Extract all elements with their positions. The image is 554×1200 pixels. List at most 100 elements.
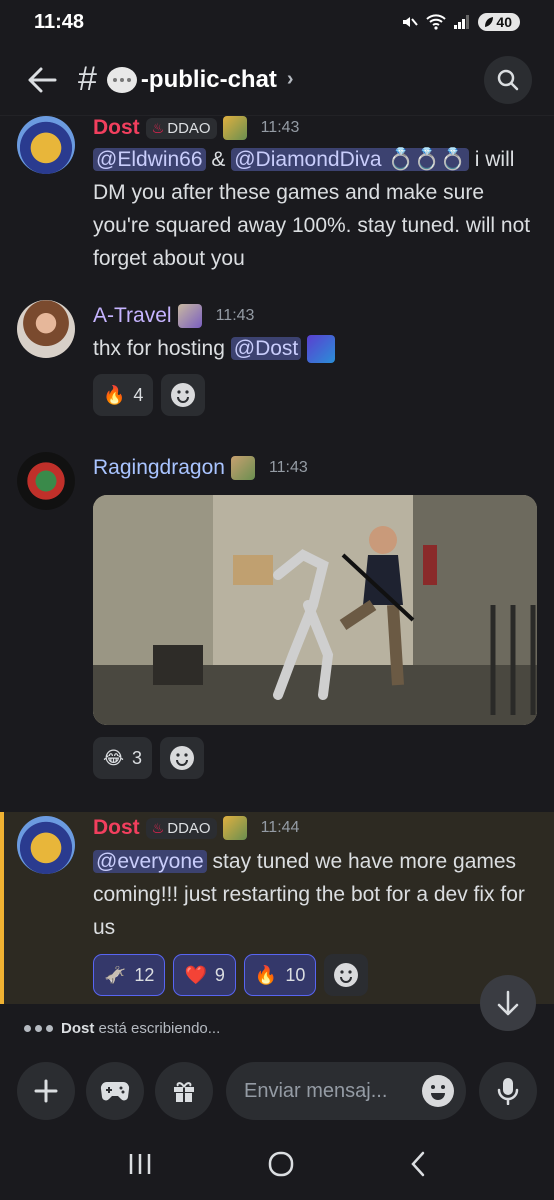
tag-label: DDAO xyxy=(167,119,211,137)
message-composer xyxy=(0,1052,554,1132)
reaction-bar: 😂 3 xyxy=(93,737,205,779)
channel-name: -public-chat xyxy=(140,65,277,93)
reaction-fire[interactable]: 🔥 4 xyxy=(93,374,154,416)
battery-level: 40 xyxy=(496,14,512,30)
heart-emoji: ❤️ xyxy=(184,964,207,985)
text-segment: thx for hosting xyxy=(93,337,231,360)
message-text: @Eldwin66 & @DiamondDiva 💍💍💍 i will DM y… xyxy=(93,143,533,275)
status-bar: 11:48 40 xyxy=(0,0,554,44)
reaction-heart[interactable]: ❤️ 9 xyxy=(173,954,236,996)
avatar[interactable] xyxy=(17,300,75,358)
voice-message-button[interactable] xyxy=(479,1062,537,1120)
chevron-right-icon: › xyxy=(286,68,294,90)
role-badge-icon xyxy=(222,816,247,840)
message-header: Dost ♨ DDAO 11:44 xyxy=(93,816,299,840)
reaction-count: 12 xyxy=(134,964,155,985)
channel-title[interactable]: -public-chat › xyxy=(106,65,294,94)
typing-dots-icon xyxy=(24,1025,53,1032)
mention[interactable]: @everyone xyxy=(93,850,207,873)
timestamp: 11:43 xyxy=(260,119,300,136)
home-icon xyxy=(268,1151,294,1176)
system-back-button[interactable] xyxy=(409,1150,427,1183)
search-icon xyxy=(497,69,519,90)
arrow-down-icon xyxy=(497,990,519,1016)
avatar[interactable] xyxy=(17,116,75,174)
add-attachment-button[interactable] xyxy=(17,1062,75,1120)
activities-button[interactable] xyxy=(86,1062,144,1120)
mute-icon xyxy=(403,17,419,27)
reaction-count: 3 xyxy=(132,747,143,768)
message-a-travel[interactable]: A-Travel 11:43 thx for hosting @Dost 🔥 4 xyxy=(0,300,554,420)
mention-label: @DiamondDiva xyxy=(234,148,382,171)
back-button[interactable] xyxy=(22,60,62,100)
timestamp: 11:43 xyxy=(215,307,255,324)
role-badge-icon xyxy=(177,304,202,328)
timestamp: 11:44 xyxy=(260,819,300,836)
fire-emoji: 🔥 xyxy=(254,964,278,985)
search-button[interactable] xyxy=(484,55,532,104)
server-tag[interactable]: ♨ DDAO xyxy=(145,117,217,139)
avatar[interactable] xyxy=(17,816,75,874)
recents-icon xyxy=(129,1153,151,1174)
ring-emoji: 💍💍💍 xyxy=(387,148,466,171)
fire-emoji: 🔥 xyxy=(103,384,126,405)
mention[interactable]: @Eldwin66 xyxy=(93,148,206,171)
message-header: Dost ♨ DDAO 11:43 xyxy=(93,116,299,140)
scroll-to-bottom-button[interactable] xyxy=(480,975,536,1031)
mention[interactable]: @Dost xyxy=(230,337,302,360)
reaction-fire[interactable]: 🔥 10 xyxy=(243,954,317,996)
speech-bubble-icon xyxy=(106,66,137,93)
avatar[interactable] xyxy=(17,452,75,510)
role-badge-icon xyxy=(230,456,255,480)
author-name[interactable]: Ragingdragon xyxy=(93,456,225,480)
home-button[interactable] xyxy=(267,1150,295,1183)
gift-button[interactable] xyxy=(155,1062,213,1120)
message-input[interactable] xyxy=(244,1079,414,1103)
add-reaction-button[interactable] xyxy=(160,737,205,779)
plus-icon xyxy=(34,1079,58,1103)
timestamp: 11:43 xyxy=(268,459,308,476)
smiley-icon xyxy=(170,746,195,770)
message-text: thx for hosting @Dost xyxy=(93,332,533,365)
author-name[interactable]: Dost xyxy=(93,816,140,840)
smiley-icon xyxy=(334,963,359,987)
server-tag[interactable]: ♨ DDAO xyxy=(145,817,217,839)
reaction-count: 9 xyxy=(214,964,225,985)
channel-header: # -public-chat › xyxy=(0,44,554,116)
emoji-picker-button[interactable] xyxy=(422,1075,454,1107)
author-name[interactable]: A-Travel xyxy=(93,304,172,328)
message-header: Ragingdragon 11:43 xyxy=(93,456,308,480)
message-text: @everyone stay tuned we have more games … xyxy=(93,845,533,944)
add-reaction-button[interactable] xyxy=(161,374,206,416)
smiley-icon xyxy=(171,383,196,407)
system-nav-bar xyxy=(0,1132,554,1200)
reaction-bar: 🫏 12 ❤️ 9 🔥 10 xyxy=(93,954,369,996)
signal-icon xyxy=(454,15,470,29)
typing-text: está escribiendo... xyxy=(98,1020,221,1037)
message-dost-2[interactable]: Dost ♨ DDAO 11:44 @everyone stay tuned we… xyxy=(0,816,554,1000)
smiley-icon xyxy=(431,1085,445,1100)
add-reaction-button[interactable] xyxy=(324,954,369,996)
typing-indicator: Dost está escribiendo... xyxy=(24,1020,220,1037)
message-dost-1[interactable]: Dost ♨ DDAO 11:43 @Eldwin66 & @DiamondDiv… xyxy=(0,116,554,276)
tag-label: DDAO xyxy=(167,819,211,837)
flame-tag-icon: ♨ xyxy=(151,119,165,136)
typing-user: Dost xyxy=(61,1020,95,1037)
author-name[interactable]: Dost xyxy=(93,116,140,140)
role-badge-icon xyxy=(222,116,247,140)
flame-tag-icon: ♨ xyxy=(151,819,165,836)
gif-attachment[interactable] xyxy=(93,495,537,725)
back-chevron-icon xyxy=(411,1151,425,1176)
leaf-icon xyxy=(485,17,494,27)
wifi-icon xyxy=(426,14,447,30)
message-input-wrapper xyxy=(226,1062,466,1120)
hash-icon: # xyxy=(78,60,97,98)
recent-apps-button[interactable] xyxy=(127,1152,153,1181)
mention[interactable]: @DiamondDiva 💍💍💍 xyxy=(231,148,469,171)
reaction-donkey[interactable]: 🫏 12 xyxy=(93,954,166,996)
reaction-count: 4 xyxy=(133,384,144,405)
role-badge-icon xyxy=(307,335,336,364)
reaction-laugh[interactable]: 😂 3 xyxy=(93,737,153,779)
system-icons: 40 xyxy=(400,13,520,31)
battery-indicator: 40 xyxy=(478,13,520,31)
